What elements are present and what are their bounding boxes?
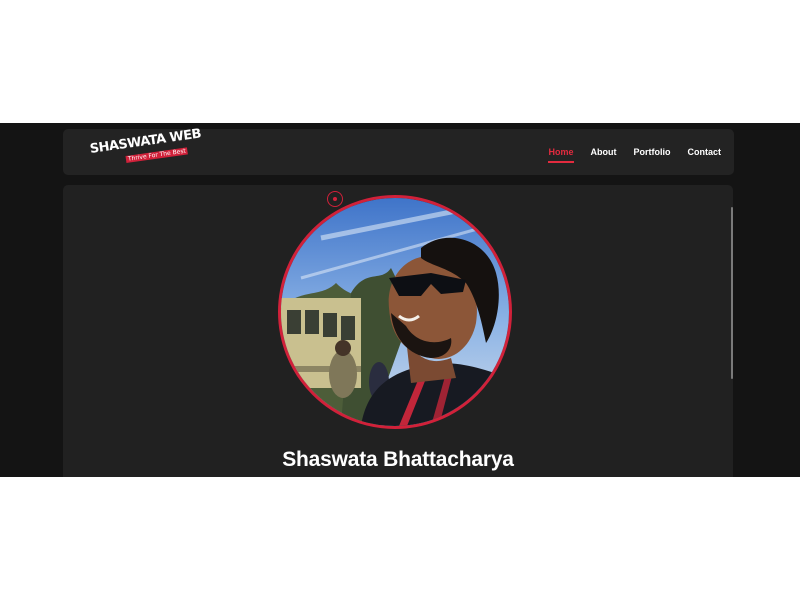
nav-item-contact[interactable]: Contact xyxy=(688,147,722,157)
scrollbar[interactable] xyxy=(731,207,733,379)
page-viewport: SHASWATA WEB Thrive For The Best Home Ab… xyxy=(0,123,800,477)
nav-item-portfolio[interactable]: Portfolio xyxy=(634,147,671,157)
site-logo[interactable]: SHASWATA WEB Thrive For The Best xyxy=(89,126,202,168)
profile-name: Shaswata Bhattacharya xyxy=(282,448,514,471)
hero-card: Shaswata Bhattacharya xyxy=(63,185,733,477)
nav-menu: Home About Portfolio Contact xyxy=(531,129,721,175)
nav-item-about[interactable]: About xyxy=(591,147,617,157)
nav-item-home[interactable]: Home xyxy=(548,147,574,163)
navbar: SHASWATA WEB Thrive For The Best Home Ab… xyxy=(63,126,734,175)
decorative-ring-icon xyxy=(327,191,343,207)
profile-photo xyxy=(278,195,512,429)
